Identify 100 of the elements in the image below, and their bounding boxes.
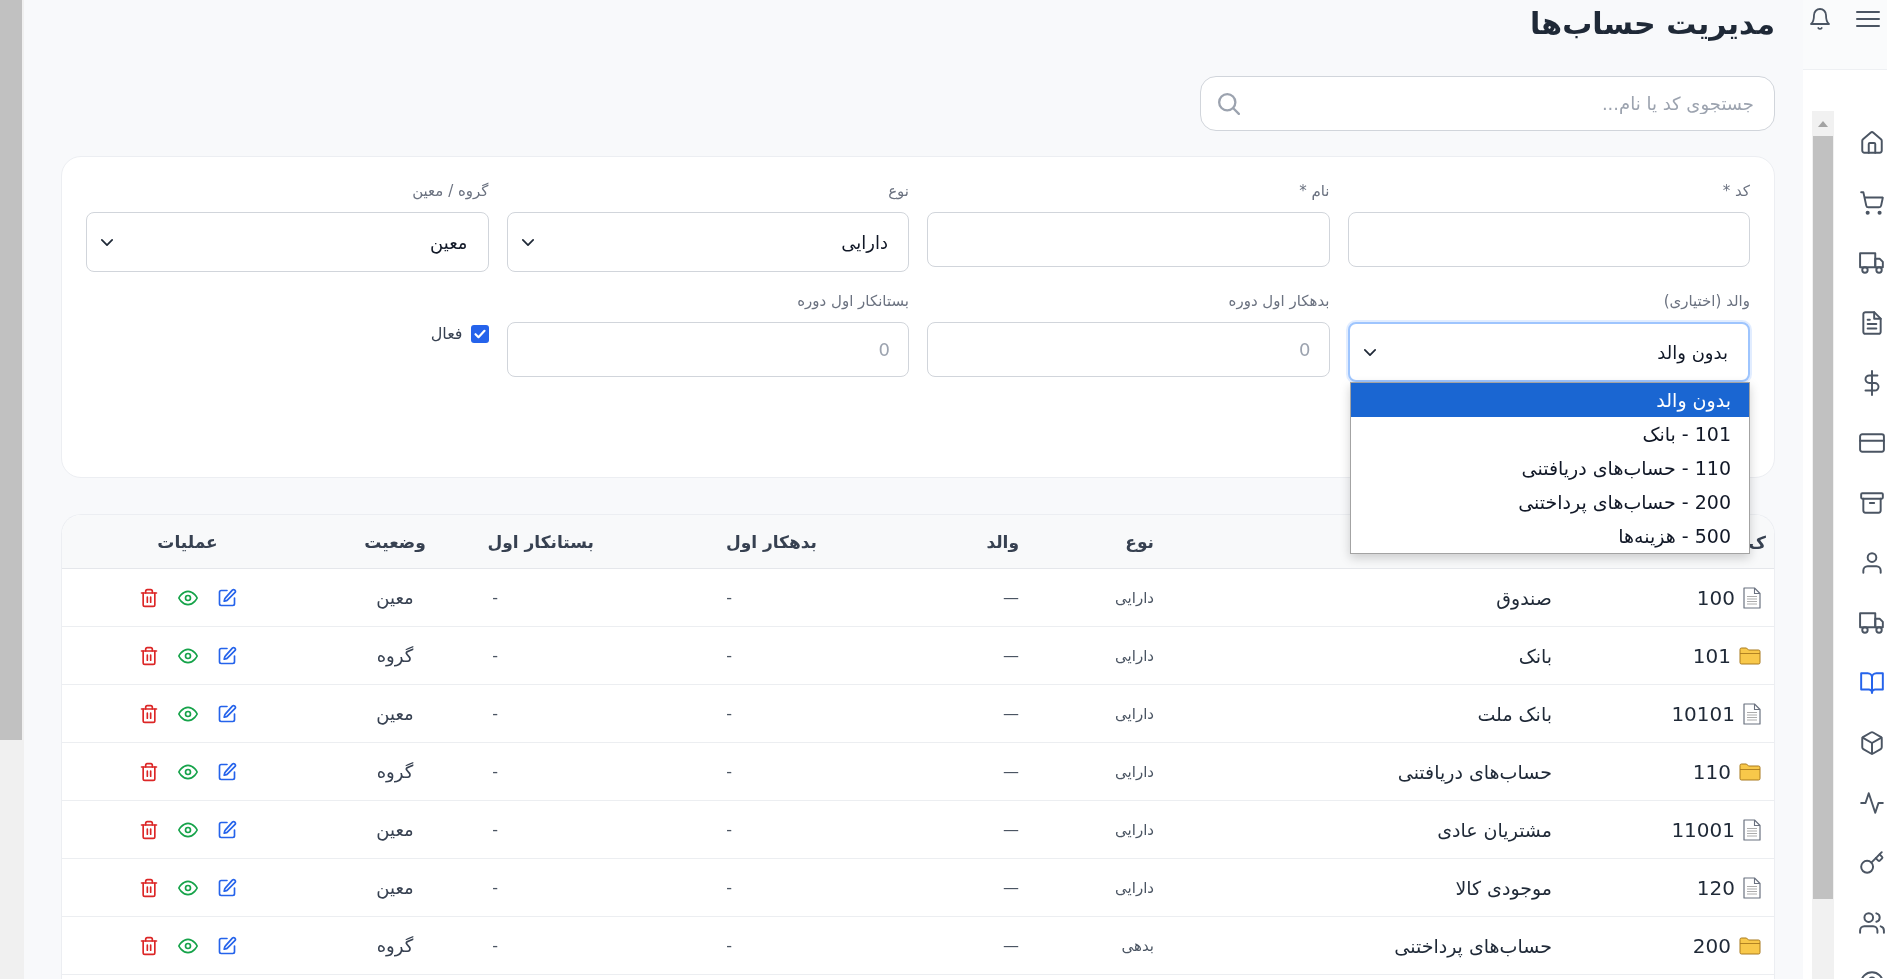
account-name: موجودی کالا [1455, 876, 1552, 899]
document-icon [1743, 702, 1761, 725]
status-cell: معین [376, 703, 414, 724]
input-field[interactable] [927, 212, 1330, 267]
column-header: بدهکار اول [725, 531, 817, 552]
checkbox-label: فعال [430, 324, 463, 343]
scrollbar-thumb[interactable] [1813, 136, 1833, 899]
parent-cell: — [1003, 762, 1019, 781]
ring-icon[interactable] [1859, 970, 1885, 978]
edit-icon[interactable] [216, 645, 237, 666]
document-icon [1743, 586, 1761, 609]
account-code: 11001 [1671, 817, 1735, 842]
dropdown-option[interactable]: 500 - هزینه‌ها [1350, 519, 1749, 553]
key-icon[interactable] [1859, 850, 1885, 876]
field-label: بستانکار اول دوره [797, 291, 909, 312]
search-icon [1218, 93, 1240, 115]
account-code: 200 [1692, 933, 1731, 958]
account-code: 10101 [1671, 701, 1735, 726]
dropdown-option[interactable]: 200 - حساب‌های پرداختنی [1350, 485, 1749, 519]
scrollbar-track[interactable] [0, 0, 24, 979]
trash-icon[interactable] [138, 703, 159, 724]
chevron-down-icon [1363, 348, 1376, 356]
credit-cell: - [492, 762, 498, 781]
scrollbar-track[interactable] [1812, 111, 1834, 979]
trash-icon[interactable] [138, 819, 159, 840]
edit-icon[interactable] [216, 587, 237, 608]
edit-icon[interactable] [216, 761, 237, 782]
account-type: دارایی [1115, 879, 1154, 897]
edit-icon[interactable] [216, 935, 237, 956]
book-icon[interactable] [1859, 670, 1885, 696]
column-header: بستانکار اول [487, 531, 594, 552]
parent-cell: — [1003, 704, 1019, 723]
field-label: والد (اختیاری) [1663, 291, 1750, 312]
trash-icon[interactable] [138, 587, 159, 608]
debit-cell: - [726, 936, 732, 955]
account-type: دارایی [1115, 589, 1154, 607]
account-name: حساب‌های دریافتنی [1397, 760, 1552, 783]
home-icon[interactable] [1859, 130, 1885, 156]
trash-icon[interactable] [138, 761, 159, 782]
status-cell: گروه [376, 645, 414, 666]
debit-cell: - [726, 820, 732, 839]
account-type: دارایی [1115, 705, 1154, 723]
cube-icon[interactable] [1859, 730, 1885, 756]
select-field[interactable]: دارایی [506, 212, 909, 272]
select-field[interactable]: معین [86, 212, 489, 272]
debit-cell: - [726, 878, 732, 897]
edit-icon[interactable] [216, 819, 237, 840]
select-field[interactable]: بدون والد [1347, 322, 1750, 382]
account-type: دارایی [1115, 647, 1154, 665]
credit-cell: - [492, 820, 498, 839]
column-header: عملیات [157, 531, 218, 552]
account-code: 100 [1696, 585, 1735, 610]
pulse-icon[interactable] [1859, 790, 1885, 816]
checkbox[interactable] [470, 324, 489, 343]
users-icon[interactable] [1859, 910, 1885, 936]
truck-icon[interactable] [1859, 250, 1885, 276]
edit-icon[interactable] [216, 877, 237, 898]
status-cell: گروه [376, 761, 414, 782]
field-label: بدهکار اول دوره [1228, 291, 1330, 312]
input-field[interactable]: 0 [927, 322, 1330, 377]
credit-cell: - [492, 588, 498, 607]
truck-icon[interactable] [1859, 610, 1885, 636]
chevron-down-icon [101, 238, 113, 246]
search-field[interactable]: جستجوی کد یا نام... [1200, 76, 1775, 131]
account-name: حساب‌های پرداختنی [1394, 934, 1552, 957]
page-title: مدیریت حساب‌ها [1530, 5, 1775, 43]
trash-icon[interactable] [138, 645, 159, 666]
chevron-down-icon [521, 238, 534, 246]
edit-icon[interactable] [216, 703, 237, 724]
account-name: بانک [1518, 644, 1552, 667]
archive-icon[interactable] [1859, 490, 1885, 516]
credit-cell: - [492, 878, 498, 897]
trash-icon[interactable] [138, 935, 159, 956]
debit-cell: - [726, 588, 732, 607]
menu-icon[interactable] [1855, 9, 1881, 29]
status-cell: معین [376, 877, 414, 898]
status-cell: گروه [376, 935, 414, 956]
scrollbar-thumb[interactable] [0, 0, 22, 740]
credit-cell: - [492, 936, 498, 955]
debit-cell: - [726, 762, 732, 781]
input-field[interactable]: 0 [506, 322, 909, 377]
folder-icon [1739, 646, 1761, 665]
parent-cell: — [1003, 588, 1019, 607]
bell-icon[interactable] [1810, 8, 1830, 30]
parent-cell: — [1003, 878, 1019, 897]
cart-icon[interactable] [1859, 190, 1885, 216]
trash-icon[interactable] [138, 877, 159, 898]
debit-cell: - [726, 704, 732, 723]
user-icon[interactable] [1859, 550, 1885, 576]
dropdown-option[interactable]: 101 - بانک [1350, 417, 1749, 451]
debit-cell: - [726, 646, 732, 665]
input-field[interactable] [1347, 212, 1750, 267]
account-name: مشتریان عادی [1437, 818, 1552, 841]
account-type: بدهی [1121, 937, 1154, 955]
column-header: والد [986, 531, 1019, 552]
card-icon[interactable] [1859, 430, 1885, 456]
document-icon[interactable] [1859, 310, 1885, 336]
dropdown-option[interactable]: 110 - حساب‌های دریافتنی [1350, 451, 1749, 485]
status-cell: معین [376, 819, 414, 840]
dropdown-option[interactable]: بدون والد [1350, 383, 1749, 417]
